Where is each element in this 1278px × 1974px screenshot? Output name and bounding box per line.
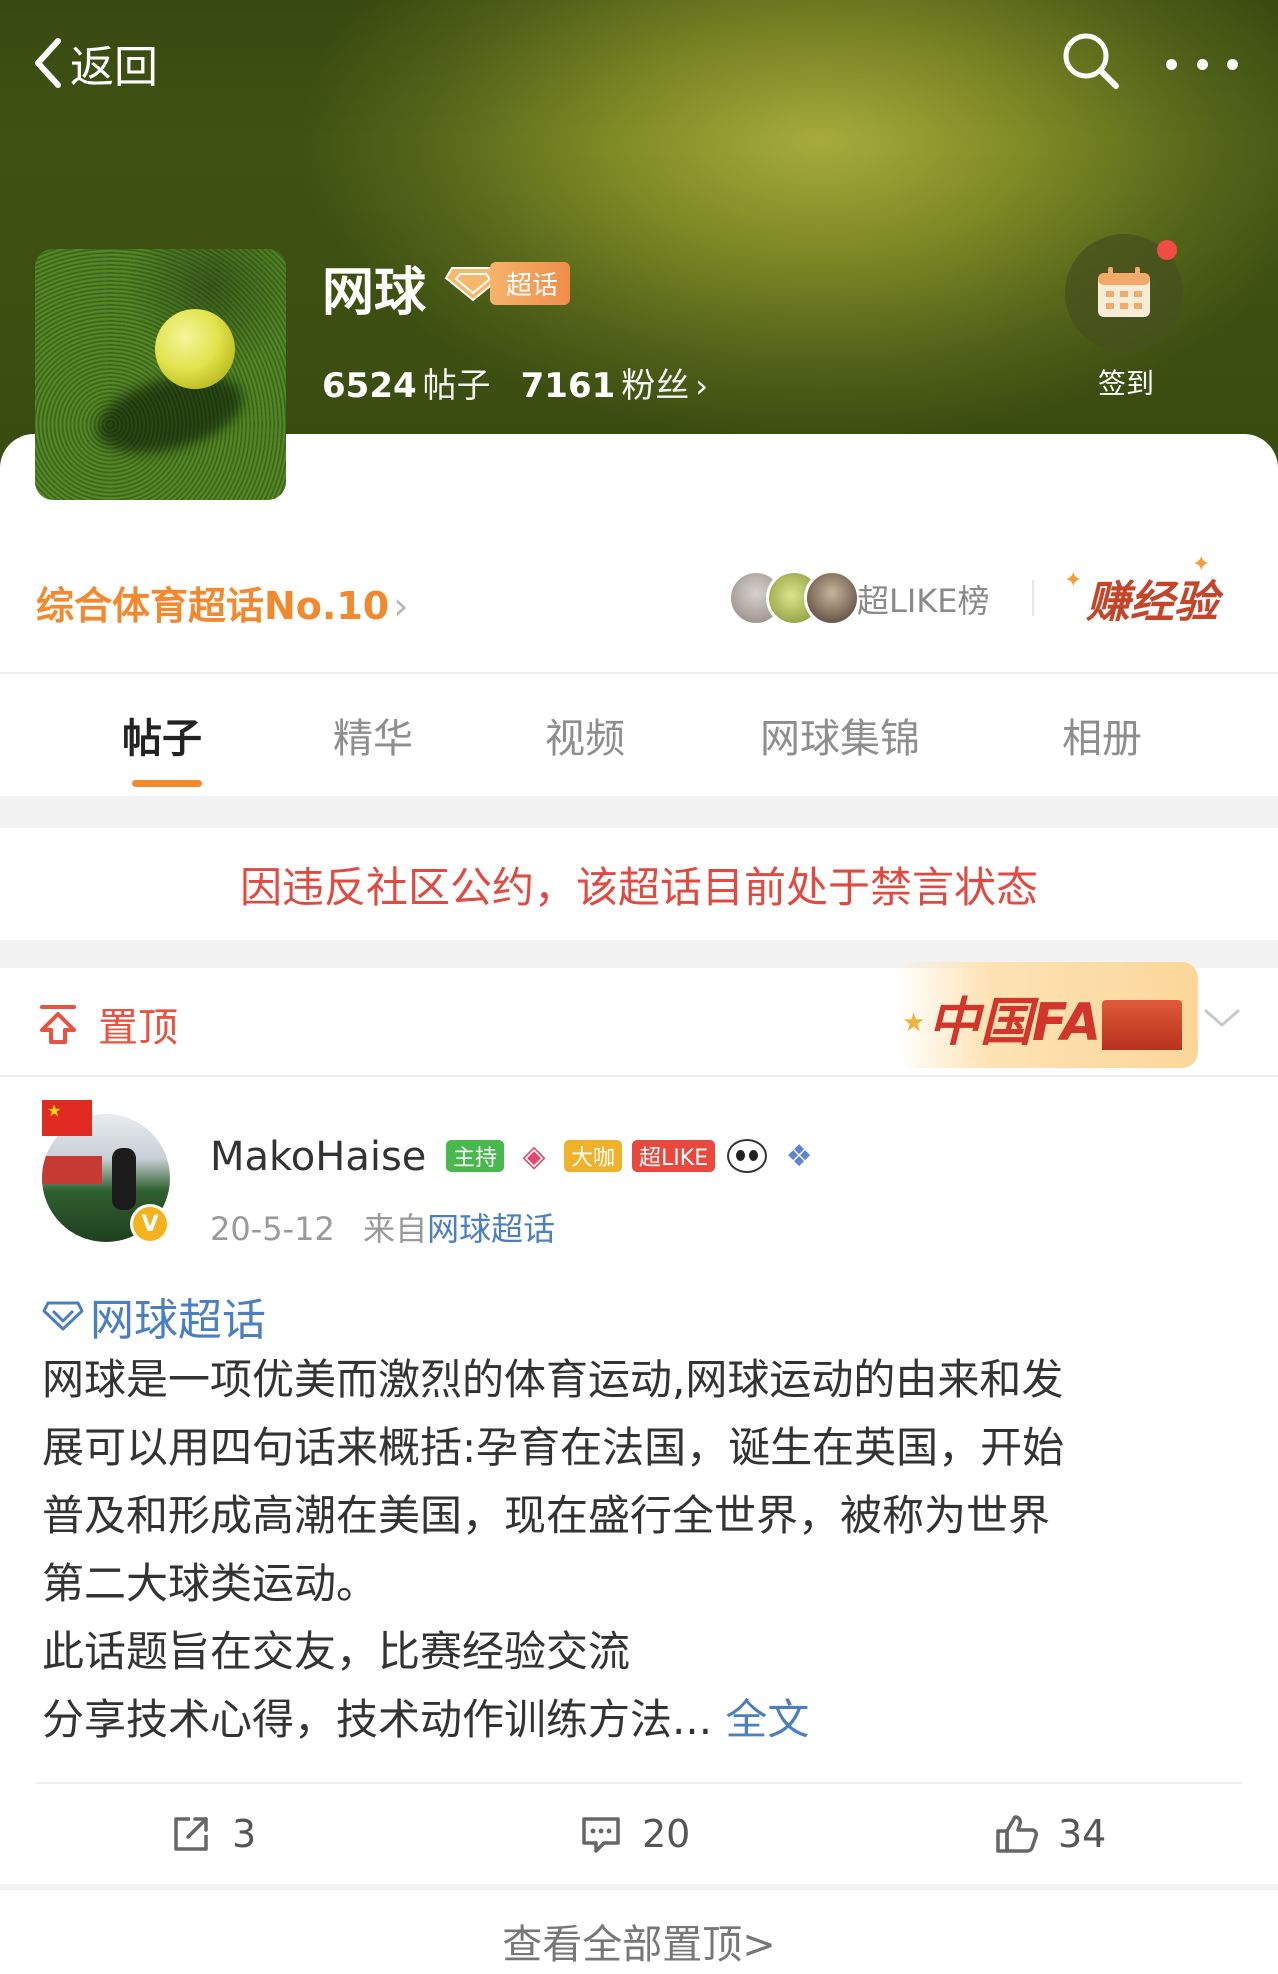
post-body-line: 第二大球类运动。 [42, 1559, 379, 1608]
level-diamond-icon: ◈ [522, 1138, 546, 1174]
china-fans-banner[interactable]: ★ 中国FANS [898, 962, 1198, 1068]
signin-circle [1065, 234, 1183, 352]
post-username[interactable]: MakoHaise [210, 1134, 426, 1180]
tab-album[interactable]: 相册 [1062, 706, 1142, 764]
super-like-rank-link[interactable]: 超LIKE榜 [857, 576, 989, 622]
dot-icon [1227, 58, 1238, 70]
tab-posts[interactable]: 帖子 [122, 706, 202, 764]
back-label: 返回 [70, 42, 158, 93]
china-flag-icon [42, 1100, 92, 1136]
topic-stats[interactable]: 6524 帖子 7161 粉丝 › [322, 358, 708, 407]
post-body-line-last: 分享技术心得，技术动作训练方法... 全文 [42, 1686, 1242, 1754]
back-button[interactable]: 返回 [30, 30, 158, 96]
calendar-icon [1098, 267, 1150, 317]
user-avatar[interactable]: V [36, 1100, 176, 1244]
rank-text: 综合体育超话No.10 [36, 584, 390, 628]
super-topic-label: 超话 [490, 261, 571, 305]
star-icon: ★ [902, 1008, 926, 1038]
chevron-right-icon: › [393, 584, 409, 628]
comment-count: 20 [642, 1812, 691, 1856]
post-meta: 20-5-12 来自网球超话 [210, 1204, 555, 1250]
posts-label: 帖子 [422, 366, 491, 406]
post-body-line: 普及和形成高潮在美国，现在盛行全世界，被称为世界 [42, 1491, 1051, 1540]
user-badges: 主持 ◈ 大咖 超LIKE ❖ [446, 1136, 829, 1176]
dot-icon [1196, 58, 1208, 70]
verified-icon: V [130, 1204, 170, 1244]
like-rank-avatars[interactable] [728, 570, 860, 626]
post-body: 网球是一项优美而激烈的体育运动,网球运动的由来和发 展可以用四句话来概括:孕育在… [42, 1346, 1242, 1754]
pinned-header: 置顶 [36, 995, 178, 1053]
active-tab-indicator [132, 780, 202, 787]
host-badge: 主持 [446, 1140, 505, 1172]
super-topic-badge: 超话 [444, 261, 571, 305]
tab-featured[interactable]: 精华 [333, 706, 413, 764]
collapse-button[interactable] [1202, 1003, 1242, 1033]
post-body-line: 网球是一项优美而激烈的体育运动,网球运动的由来和发 [42, 1355, 1064, 1404]
like-count: 34 [1058, 1812, 1107, 1856]
post-date: 20-5-12 [210, 1210, 335, 1248]
topic-tag-label: 网球超话 [90, 1295, 266, 1346]
divider [1032, 580, 1034, 616]
divider [0, 1075, 1278, 1077]
topic-tag-link[interactable]: 网球超话 [42, 1284, 266, 1348]
tennis-ball-icon [155, 309, 235, 389]
chevron-left-icon [35, 38, 61, 88]
wing-badge-icon: ❖ [785, 1138, 813, 1174]
super-like-badge: 超LIKE [632, 1140, 716, 1172]
panda-icon [725, 1139, 769, 1173]
comment-button[interactable]: 20 [578, 1806, 690, 1862]
from-prefix: 来自 [363, 1210, 428, 1248]
chevron-down-icon [1204, 1009, 1240, 1027]
post-body-line: 展可以用四句话来概括:孕育在法国，诞生在英国，开始 [42, 1423, 1065, 1472]
pin-top-icon [40, 1005, 76, 1044]
post-source-link[interactable]: 网球超话 [427, 1210, 555, 1248]
tiananmen-icon [1102, 1000, 1182, 1050]
post-actions: 3 20 34 [0, 1784, 1278, 1884]
notification-dot [1157, 240, 1177, 260]
post-body-line: 分享技术心得，技术动作训练方法... [42, 1695, 713, 1744]
mute-notice: 因违反社区公约，该超话目前处于禁言状态 [239, 862, 1038, 912]
section-gap [0, 1884, 1278, 1890]
share-button[interactable]: 3 [168, 1806, 256, 1862]
posts-count: 6524 [322, 366, 417, 406]
tab-tennis-highlights[interactable]: 网球集锦 [760, 706, 920, 764]
search-icon [1063, 33, 1119, 89]
fans-label: 粉丝 [621, 366, 690, 406]
divider [0, 672, 1278, 674]
share-count: 3 [232, 1812, 257, 1856]
search-button[interactable] [1058, 28, 1124, 94]
signin-label: 签到 [1097, 367, 1154, 400]
avatar [804, 570, 860, 626]
full-text-link[interactable]: 全文 [725, 1695, 809, 1744]
tab-bar: 帖子 精华 视频 网球集锦 相册 [0, 676, 1278, 796]
sparkle-icon: ✦ [1192, 552, 1211, 577]
dot-icon [1166, 58, 1177, 70]
thumbs-up-icon [996, 1815, 1038, 1853]
fans-count: 7161 [520, 366, 616, 406]
topic-title: 网球 [322, 263, 427, 323]
earn-label: 赚经验 [1086, 577, 1218, 628]
rank-link[interactable]: 综合体育超话No.10 › [36, 575, 408, 630]
daka-badge: 大咖 [564, 1140, 623, 1172]
share-icon [174, 1817, 208, 1851]
app-root: 返回 网球 超话 6524 帖子 7161 粉丝 › 签到 综合体育超话No.1… [0, 0, 1278, 1974]
more-options-button[interactable] [1166, 44, 1238, 84]
post-body-line: 此话题旨在交友，比赛经验交流 [42, 1627, 631, 1676]
chevron-right-icon: › [695, 367, 709, 405]
tab-videos[interactable]: 视频 [545, 706, 625, 764]
diamond-icon [42, 1301, 84, 1331]
pinned-label: 置顶 [98, 1005, 178, 1051]
view-all-pinned-link[interactable]: 查看全部置顶> [0, 1912, 1278, 1970]
signin-button[interactable]: 签到 [1065, 234, 1187, 402]
like-button[interactable]: 34 [994, 1806, 1106, 1862]
comment-icon [582, 1817, 620, 1853]
topic-cover-image [35, 249, 286, 500]
earn-experience-button[interactable]: ✦ 赚经验 ✦ [1064, 552, 1218, 630]
section-gap [0, 796, 1278, 828]
sparkle-icon: ✦ [1064, 568, 1083, 593]
